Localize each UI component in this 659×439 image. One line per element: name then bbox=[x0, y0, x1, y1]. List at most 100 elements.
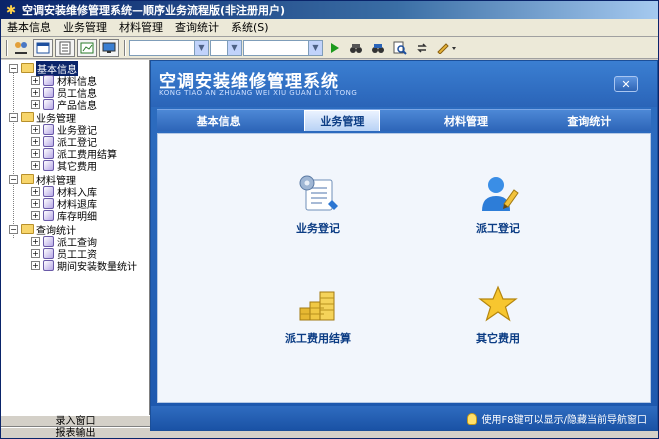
status-hint: 使用F8键可以显示/隐藏当前导航窗口 bbox=[466, 411, 647, 426]
nav-tabs: 基本信息 业务管理 材料管理 查询统计 bbox=[157, 109, 651, 131]
refresh-icon[interactable] bbox=[412, 39, 432, 57]
expand-icon[interactable]: + bbox=[31, 136, 40, 146]
title-bar[interactable]: ✱ 空调安装维修管理系统—顺序业务流程版(非注册用户) bbox=[1, 1, 658, 19]
expand-icon[interactable]: + bbox=[31, 75, 40, 85]
form-icon bbox=[43, 135, 54, 147]
collapse-icon[interactable]: − bbox=[9, 63, 18, 73]
filter-combo-3[interactable]: ▼ bbox=[243, 39, 323, 56]
tab-business[interactable]: 业务管理 bbox=[304, 110, 381, 131]
left-footer: 录入窗口 报表输出 bbox=[1, 415, 150, 438]
chevron-down-icon[interactable]: ▼ bbox=[227, 40, 241, 55]
form-icon bbox=[43, 197, 54, 209]
close-icon: ✕ bbox=[621, 77, 631, 91]
folder-open-icon bbox=[21, 63, 34, 73]
navigation-panel: 空调安装维修管理系统 KONG TIAO AN ZHUANG WEI XIU G… bbox=[150, 60, 658, 431]
collapse-icon[interactable]: − bbox=[9, 174, 18, 184]
form-icon bbox=[43, 235, 54, 247]
panel-status-bar: 使用F8键可以显示/隐藏当前导航窗口 bbox=[151, 406, 657, 430]
form-icon bbox=[43, 147, 54, 159]
expand-icon[interactable]: + bbox=[31, 148, 40, 158]
tree-item-label: 期间安装数量统计 bbox=[57, 261, 137, 273]
collapse-icon[interactable]: − bbox=[9, 224, 18, 234]
menu-business[interactable]: 业务管理 bbox=[57, 19, 113, 37]
expand-icon[interactable]: + bbox=[31, 99, 40, 109]
chevron-down-icon[interactable]: ▼ bbox=[308, 40, 322, 55]
application-window: ✱ 空调安装维修管理系统—顺序业务流程版(非注册用户) 基本信息 业务管理 材料… bbox=[0, 0, 659, 439]
form-icon bbox=[43, 209, 54, 221]
expand-icon[interactable]: + bbox=[31, 198, 40, 208]
tab-materials[interactable]: 材料管理 bbox=[404, 110, 527, 131]
tree-item-label: 其它费用 bbox=[57, 161, 97, 173]
tree-item-install-stats[interactable]: + 期间安装数量统计 bbox=[31, 259, 137, 273]
toolbar: ▼ ▼ ▼ bbox=[1, 37, 658, 59]
tree-item-product-info[interactable]: + 产品信息 bbox=[31, 98, 97, 112]
expand-icon[interactable]: + bbox=[31, 260, 40, 270]
expand-icon[interactable]: + bbox=[31, 124, 40, 134]
zoom-page-icon[interactable] bbox=[390, 39, 410, 57]
menu-materials[interactable]: 材料管理 bbox=[113, 19, 169, 37]
collapse-icon[interactable]: − bbox=[9, 112, 18, 122]
app-icon: ✱ bbox=[5, 3, 17, 17]
tree-item-label: 库存明细 bbox=[57, 211, 97, 223]
people-scissors-icon[interactable] bbox=[11, 39, 31, 57]
expand-icon[interactable]: + bbox=[31, 236, 40, 246]
chart-icon[interactable] bbox=[77, 38, 97, 57]
form-icon bbox=[43, 123, 54, 135]
nav-content: 业务登记 派工登记 派工费用结算 其它费用 bbox=[157, 133, 651, 403]
tree-connector bbox=[13, 68, 14, 238]
panel-header: 空调安装维修管理系统 KONG TIAO AN ZHUANG WEI XIU G… bbox=[151, 61, 657, 107]
document-icon[interactable] bbox=[55, 38, 75, 57]
person-pencil-icon bbox=[482, 177, 519, 211]
tree-item-other-expenses[interactable]: + 其它费用 bbox=[31, 159, 97, 173]
nav-item-label: 其它费用 bbox=[476, 332, 520, 345]
close-button[interactable]: ✕ bbox=[614, 76, 638, 92]
monitor-icon[interactable] bbox=[99, 38, 119, 57]
expand-icon[interactable]: + bbox=[31, 186, 40, 196]
report-output-button[interactable]: 报表输出 bbox=[1, 427, 150, 438]
nav-other-expenses[interactable]: 其它费用 bbox=[438, 284, 558, 364]
nav-item-label: 派工费用结算 bbox=[285, 332, 351, 345]
folder-open-icon bbox=[21, 174, 34, 184]
expand-icon[interactable]: + bbox=[31, 210, 40, 220]
tree-item-stock-detail[interactable]: + 库存明细 bbox=[31, 209, 97, 223]
nav-item-label: 派工登记 bbox=[476, 222, 520, 235]
filter-combo-1[interactable]: ▼ bbox=[129, 39, 209, 56]
form-icon bbox=[43, 74, 54, 86]
menu-system[interactable]: 系统(S) bbox=[225, 19, 275, 37]
form-icon bbox=[43, 259, 54, 271]
tab-basic-info[interactable]: 基本信息 bbox=[157, 110, 280, 131]
menu-basic-info[interactable]: 基本信息 bbox=[1, 19, 57, 37]
nav-business-register[interactable]: 业务登记 bbox=[258, 174, 378, 254]
entry-window-button[interactable]: 录入窗口 bbox=[1, 415, 150, 427]
lightbulb-icon bbox=[466, 412, 477, 425]
window-icon[interactable] bbox=[33, 38, 53, 57]
form-icon bbox=[43, 185, 54, 197]
folder-open-icon bbox=[21, 112, 34, 122]
navigation-tree: − 基本信息 + 材料信息 + 员工信息 + 产品信息 − 业务管理 + 业务登… bbox=[1, 60, 150, 415]
tab-query[interactable]: 查询统计 bbox=[528, 110, 651, 131]
app-pinyin: KONG TIAO AN ZHUANG WEI XIU GUAN LI XI T… bbox=[159, 89, 358, 97]
star-icon bbox=[478, 285, 518, 322]
binoculars-find-icon[interactable] bbox=[368, 39, 388, 57]
binoculars-icon[interactable] bbox=[346, 39, 366, 57]
document-gear-icon bbox=[299, 175, 338, 211]
nav-dispatch-settlement[interactable]: 派工费用结算 bbox=[258, 284, 378, 364]
toolbar-grip bbox=[6, 39, 8, 56]
form-icon bbox=[43, 159, 54, 171]
play-icon[interactable] bbox=[324, 39, 344, 57]
expand-icon[interactable]: + bbox=[31, 87, 40, 97]
chevron-down-icon[interactable]: ▼ bbox=[194, 40, 208, 55]
status-hint-text: 使用F8键可以显示/隐藏当前导航窗口 bbox=[481, 415, 647, 426]
toolbar-separator bbox=[124, 39, 126, 56]
form-icon bbox=[43, 98, 54, 110]
form-icon bbox=[43, 86, 54, 98]
filter-combo-2[interactable]: ▼ bbox=[210, 39, 242, 56]
pencil-icon[interactable] bbox=[434, 39, 460, 57]
menu-bar: 基本信息 业务管理 材料管理 查询统计 系统(S) bbox=[1, 19, 658, 37]
window-title: 空调安装维修管理系统—顺序业务流程版(非注册用户) bbox=[22, 4, 286, 17]
menu-query[interactable]: 查询统计 bbox=[169, 19, 225, 37]
coin-stack-icon bbox=[299, 291, 335, 321]
expand-icon[interactable]: + bbox=[31, 160, 40, 170]
nav-dispatch-register[interactable]: 派工登记 bbox=[438, 174, 558, 254]
expand-icon[interactable]: + bbox=[31, 248, 40, 258]
